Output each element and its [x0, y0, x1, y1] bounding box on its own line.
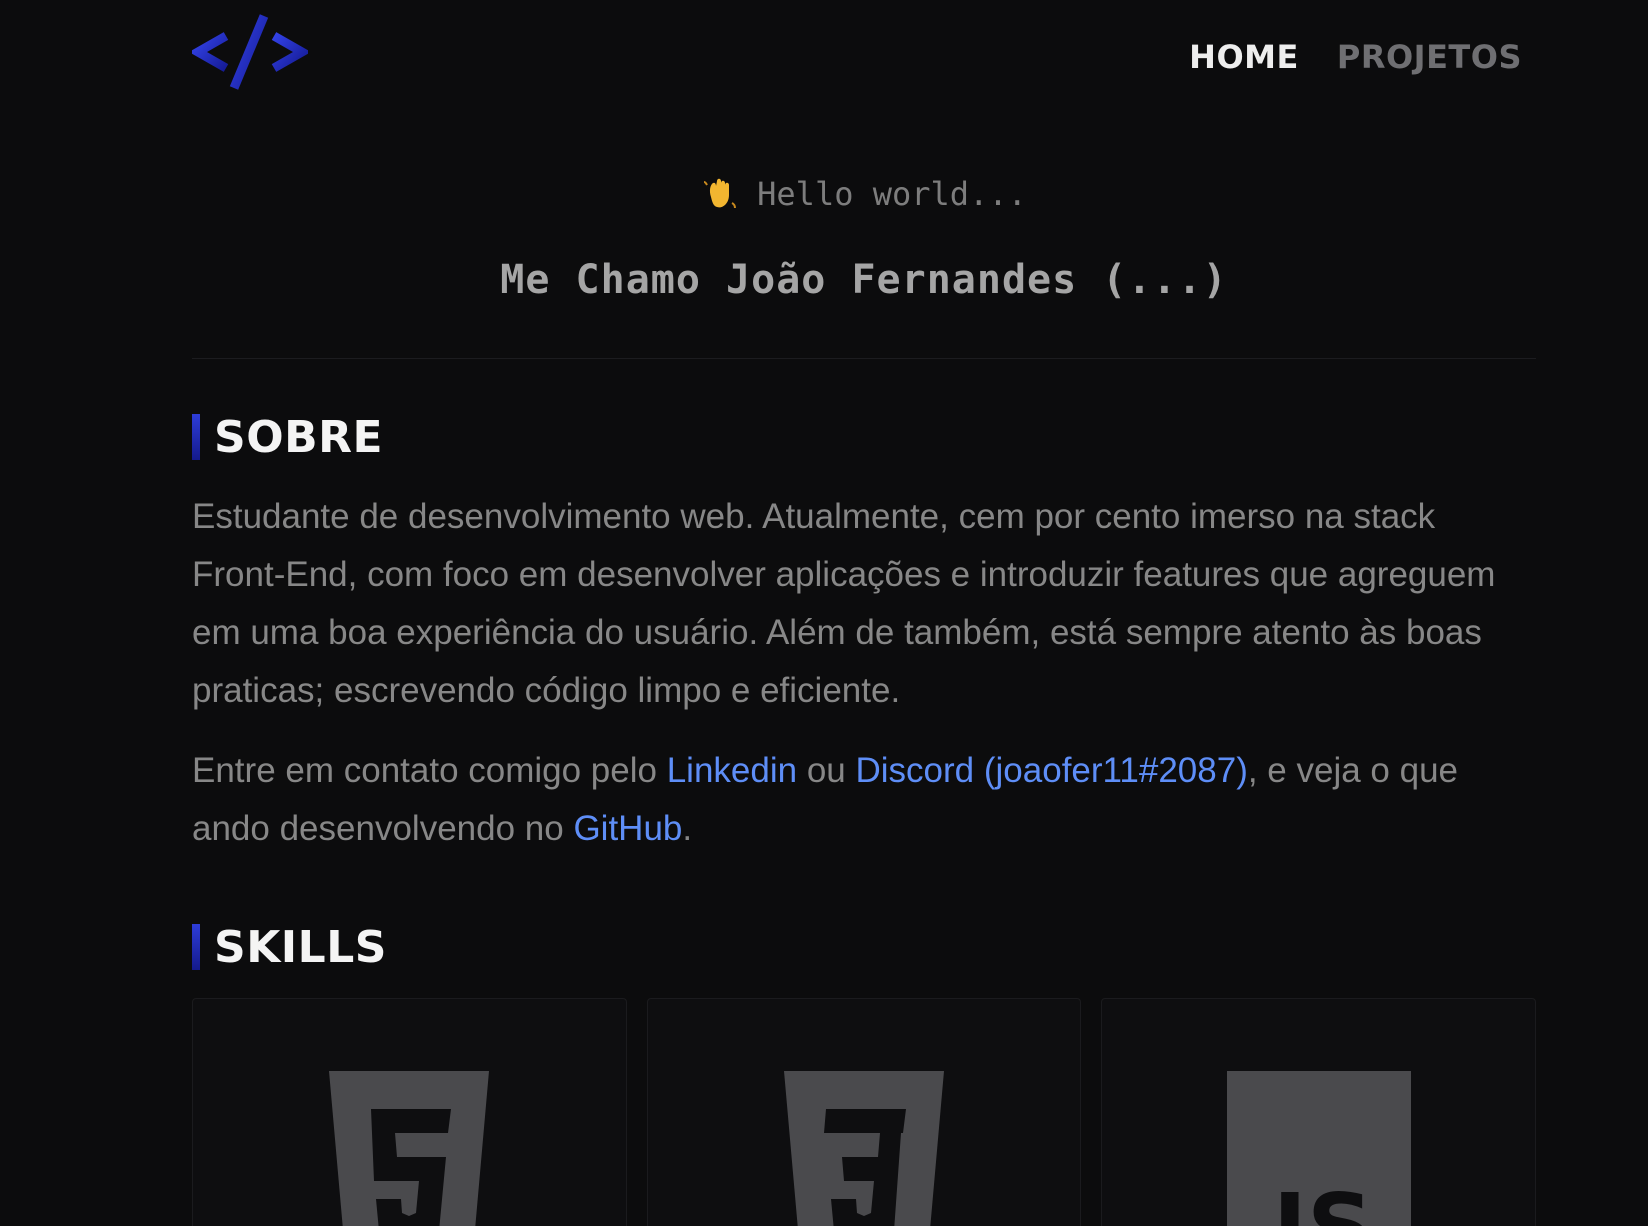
nav-projetos-link[interactable]: PROJETOS: [1337, 38, 1522, 76]
sobre-heading: SOBRE: [192, 411, 384, 463]
heading-accent-bar: [192, 924, 200, 970]
contact-paragraph: Entre em contato comigo pelo Linkedin ou…: [192, 742, 1536, 858]
sobre-title: SOBRE: [214, 411, 384, 463]
main-nav: HOME PROJETOS: [1189, 38, 1522, 76]
discord-link[interactable]: Discord (joaofer11#2087): [856, 751, 1248, 790]
greeting-text: Hello world...: [757, 175, 1027, 213]
sobre-paragraph: Estudante de desenvolvimento web. Atualm…: [192, 497, 1496, 710]
page-container: HOME PROJETOS Hello world... Me Chamo Jo…: [192, 0, 1537, 1226]
javascript-icon: JS: [1226, 1071, 1411, 1226]
contact-suffix: .: [682, 809, 693, 848]
skill-card-js: JS: [1101, 998, 1537, 1226]
skill-card-css: [646, 998, 1082, 1226]
waving-hand-icon: [704, 178, 737, 209]
code-brackets-icon[interactable]: [192, 14, 308, 90]
html5-icon: [329, 1071, 490, 1226]
skills-grid: JS: [192, 998, 1537, 1226]
css3-icon: [784, 1071, 944, 1226]
svg-text:JS: JS: [1266, 1174, 1373, 1226]
nav-home-link[interactable]: HOME: [1189, 38, 1299, 76]
linkedin-link[interactable]: Linkedin: [667, 751, 797, 790]
skills-title: SKILLS: [214, 921, 387, 973]
heading-accent-bar: [192, 414, 200, 460]
skill-card-html: [192, 998, 627, 1226]
github-link[interactable]: GitHub: [573, 809, 682, 848]
contact-or: ou: [797, 751, 856, 790]
skills-heading: SKILLS: [192, 921, 387, 973]
section-divider: [192, 358, 1536, 359]
hero-name: Me Chamo João Fernandes (...): [500, 257, 1228, 303]
contact-prefix: Entre em contato comigo pelo: [192, 751, 667, 790]
greeting-line: Hello world...: [192, 172, 1536, 216]
site-header: HOME PROJETOS: [192, 0, 1536, 120]
